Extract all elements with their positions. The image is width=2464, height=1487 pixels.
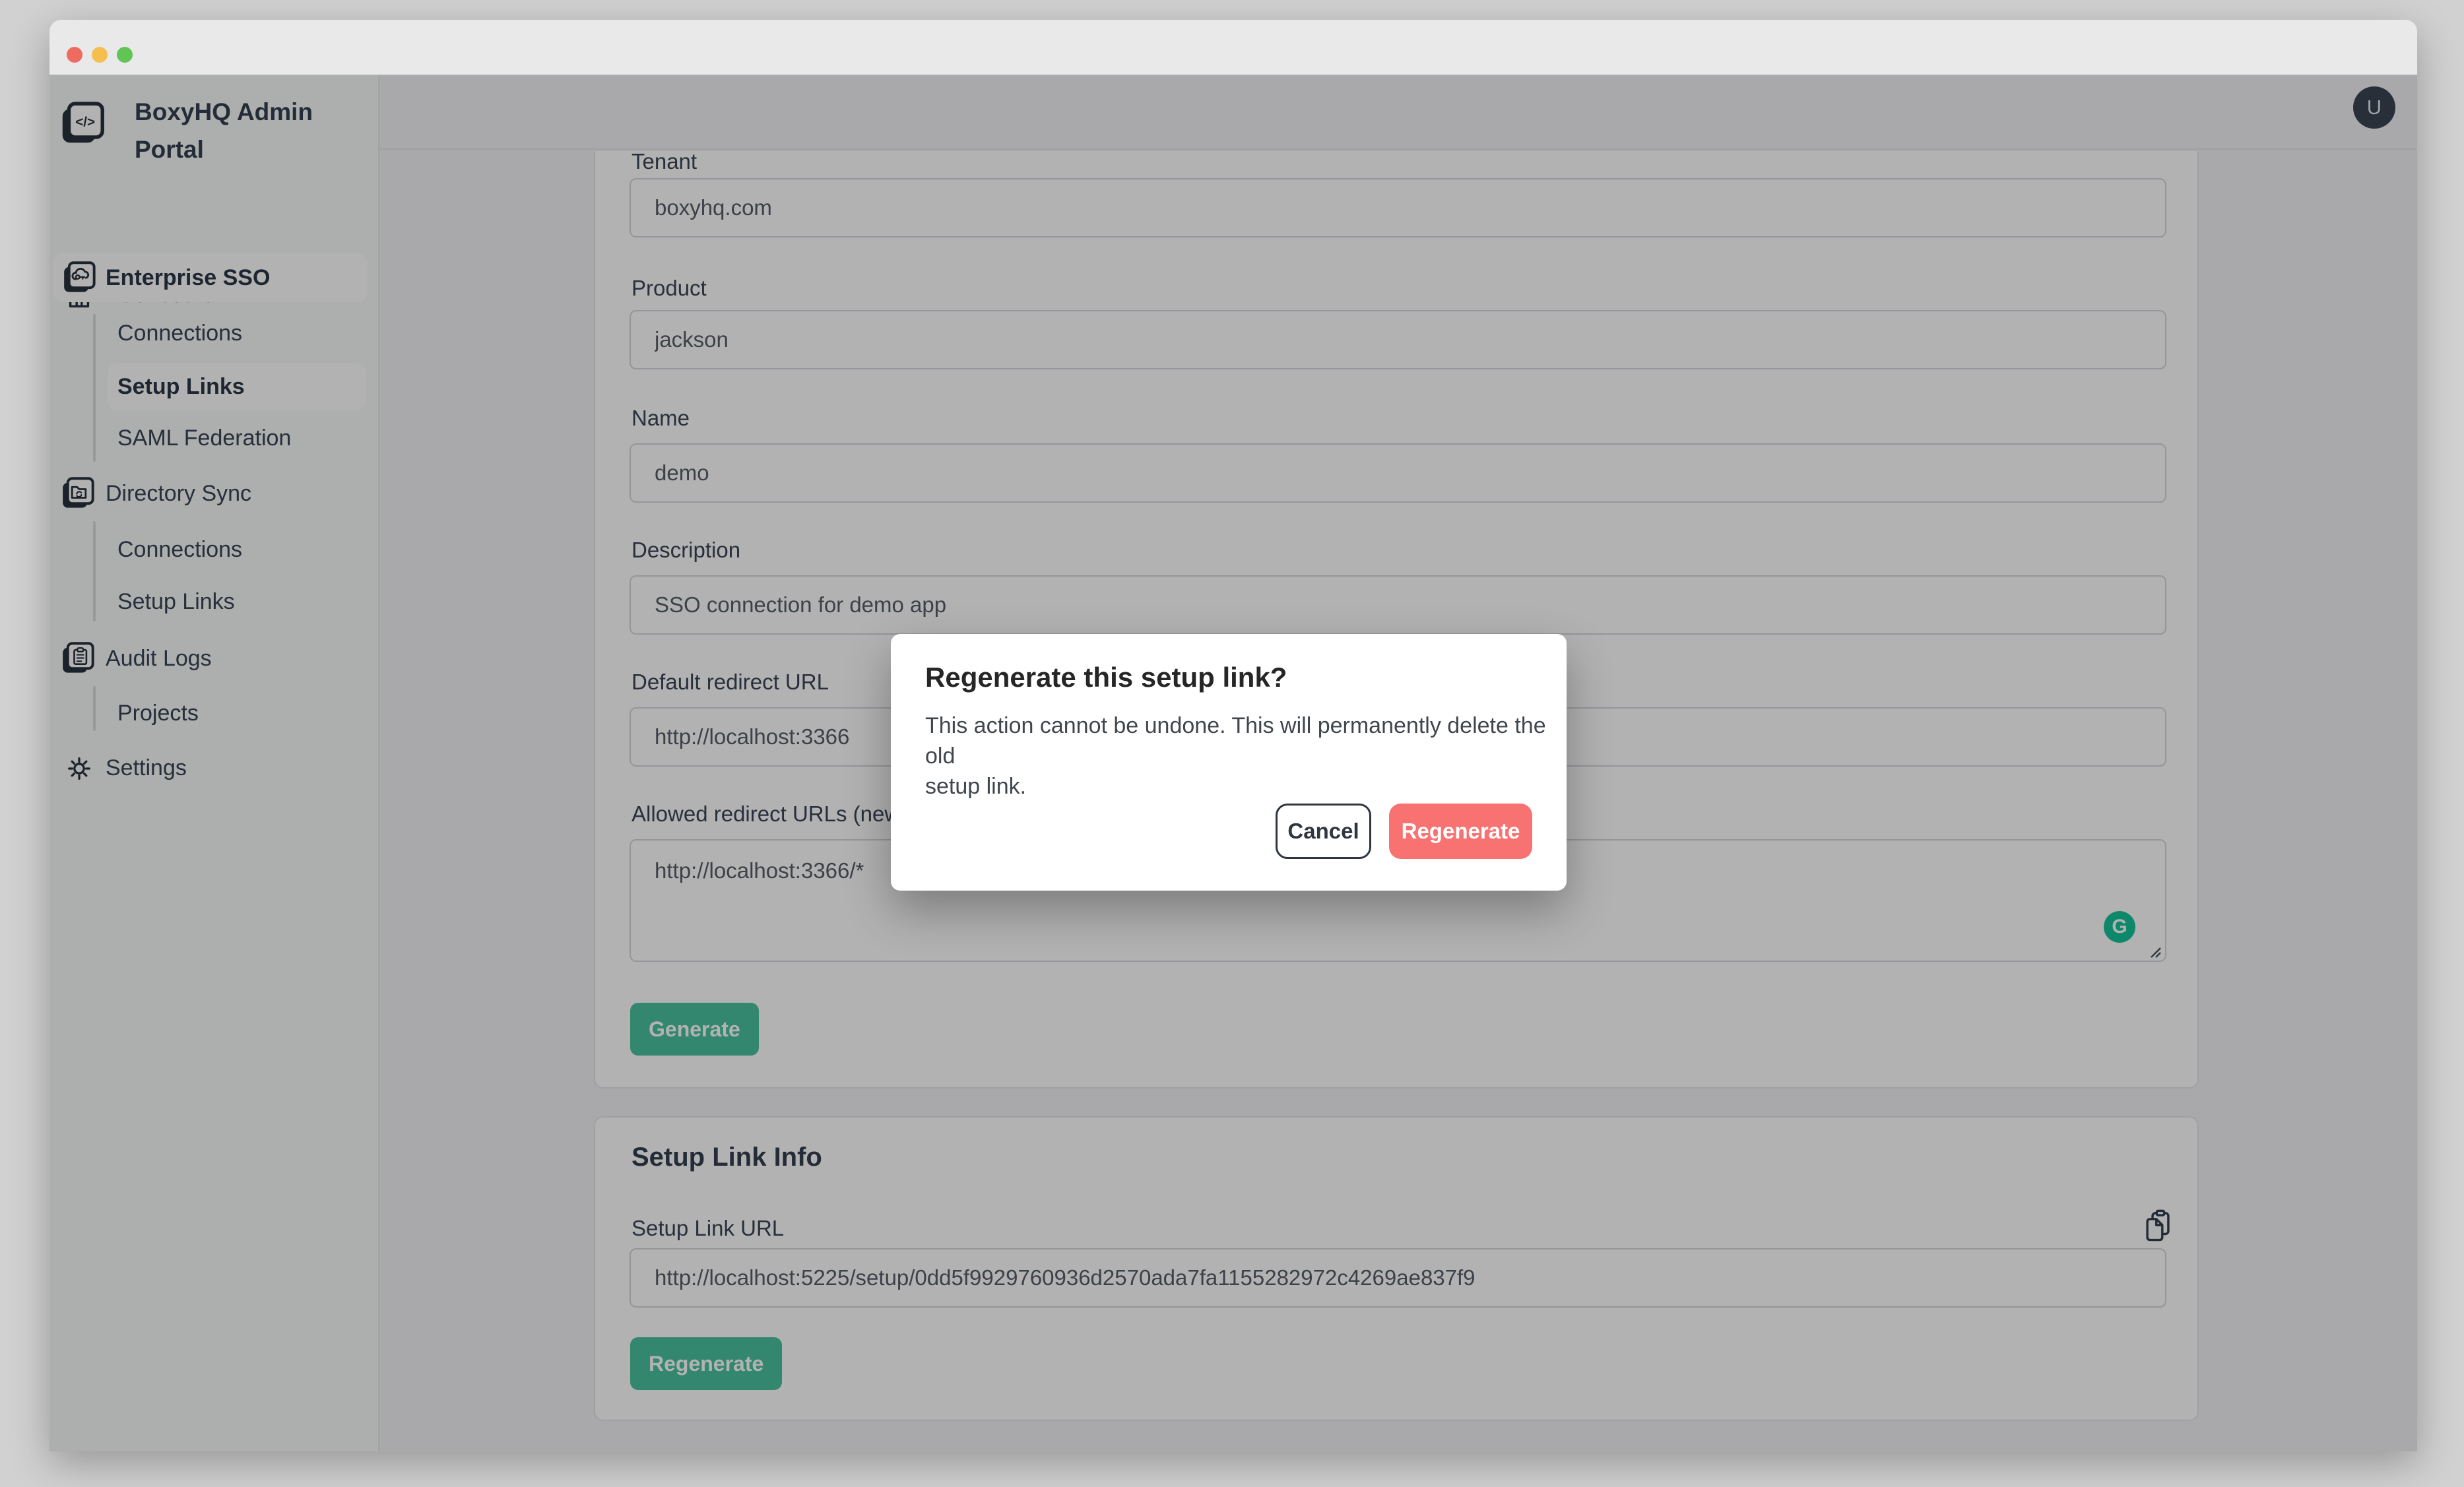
regenerate-confirm-button[interactable]: Regenerate bbox=[1389, 804, 1532, 859]
close-window-icon[interactable] bbox=[67, 47, 82, 63]
regenerate-confirm-dialog: Regenerate this setup link? This action … bbox=[891, 634, 1567, 891]
browser-viewport: </> BoxyHQ Admin Portal Dashboard bbox=[49, 75, 2417, 1451]
dialog-message: This action cannot be undone. This will … bbox=[925, 711, 1567, 802]
minimize-window-icon[interactable] bbox=[92, 47, 108, 63]
dialog-title: Regenerate this setup link? bbox=[925, 662, 1287, 693]
zoom-window-icon[interactable] bbox=[117, 47, 133, 63]
window-titlebar bbox=[49, 20, 2417, 75]
dialog-message-line: This action cannot be undone. This will … bbox=[925, 711, 1567, 771]
dialog-message-line: setup link. bbox=[925, 771, 1567, 802]
cancel-button[interactable]: Cancel bbox=[1276, 804, 1371, 859]
app-window: </> BoxyHQ Admin Portal Dashboard bbox=[49, 20, 2417, 1451]
